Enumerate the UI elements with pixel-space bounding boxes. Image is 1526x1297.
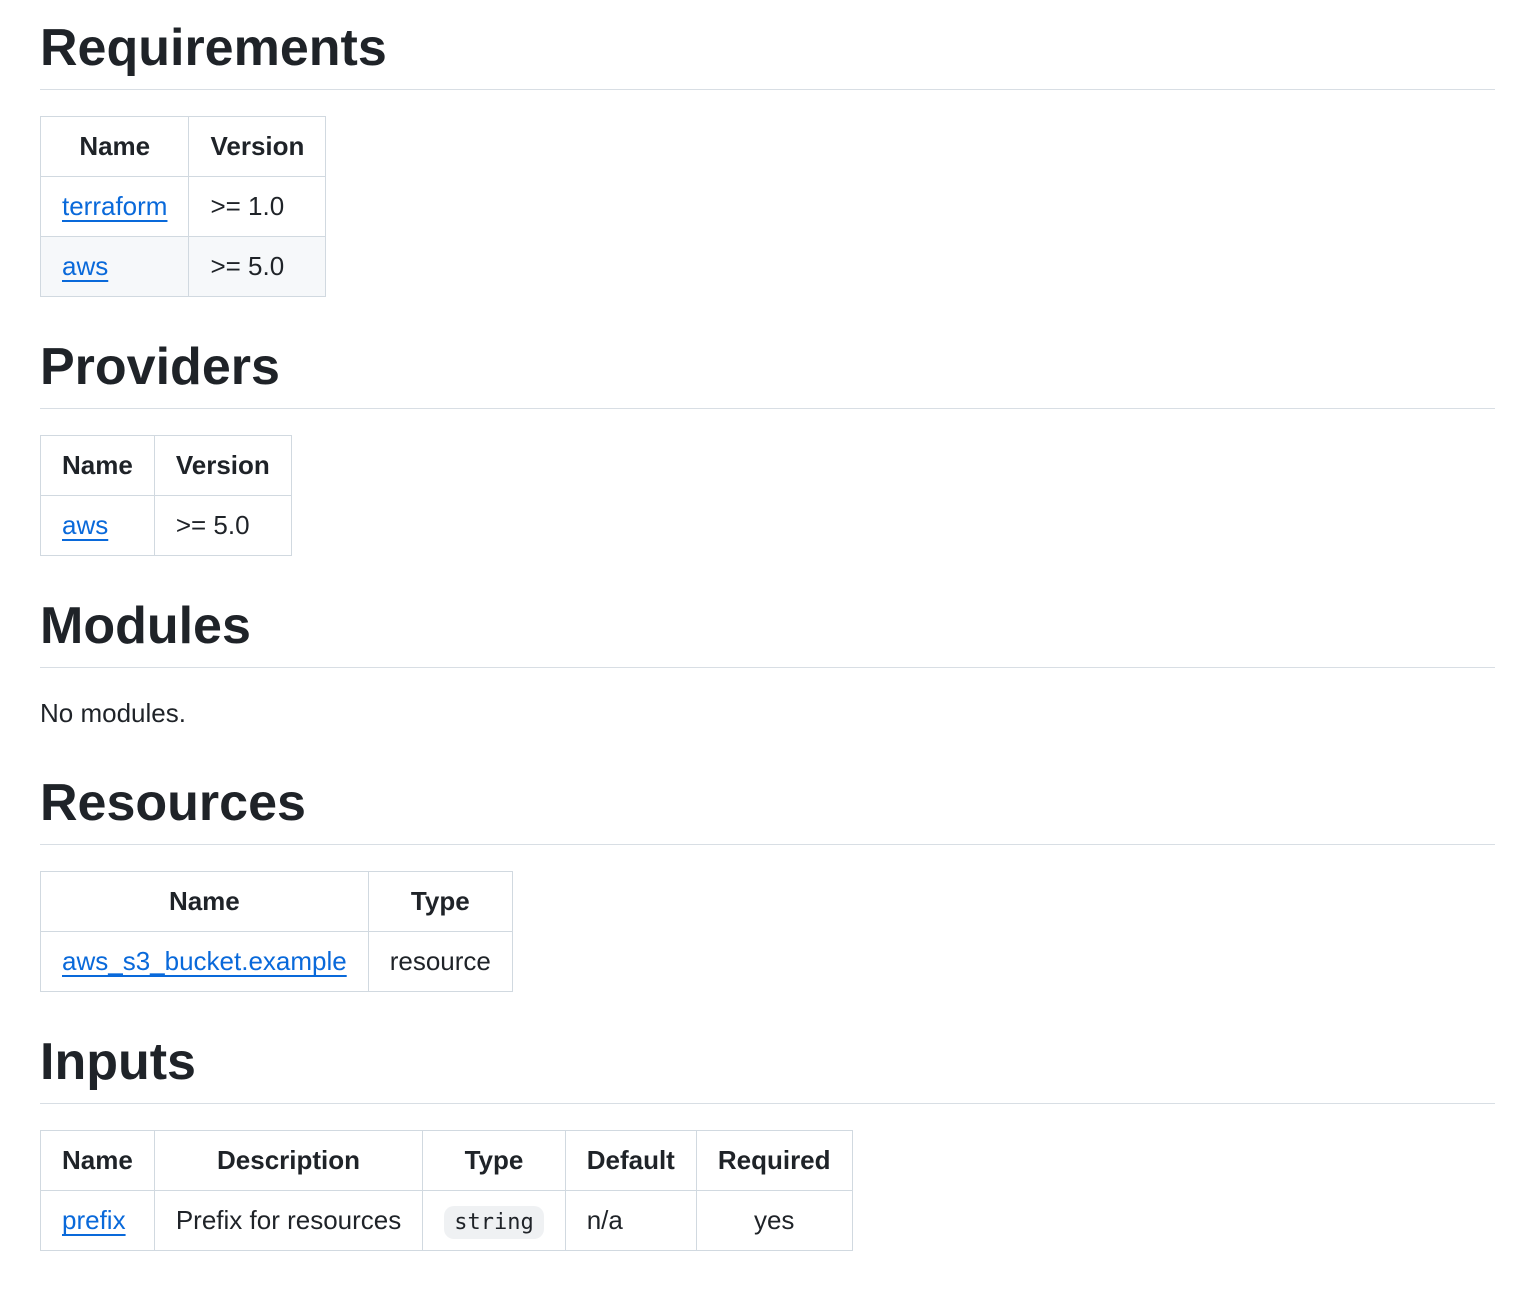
inputs-table-container: NameDescriptionTypeDefaultRequiredprefix… xyxy=(40,1130,1495,1251)
column-header-name: Name xyxy=(41,1131,155,1191)
table-header-row: NameVersion xyxy=(41,117,326,177)
rendered-markdown-document: Requirements NameVersionterraform>= 1.0a… xyxy=(0,0,1526,1297)
column-header-required: Required xyxy=(696,1131,852,1191)
aws-s3-bucket-example-link[interactable]: aws_s3_bucket.example xyxy=(62,946,347,976)
table-header-row: NameVersion xyxy=(41,436,292,496)
table-cell: Prefix for resources xyxy=(154,1191,422,1251)
providers-table: NameVersion aws >= 5.0 xyxy=(40,435,292,556)
section-resources: Resources NameType aws_s3_bucket.example r… xyxy=(40,771,1495,992)
providers-table-container: NameVersion aws >= 5.0 xyxy=(40,435,1495,556)
inputs-table: NameDescriptionTypeDefaultRequiredprefix… xyxy=(40,1130,853,1251)
table-header-row: NameType xyxy=(41,872,513,932)
table-cell: aws xyxy=(41,496,155,556)
column-header-name: Name xyxy=(41,117,189,177)
table-row: aws >= 5.0 xyxy=(41,237,326,297)
table-header-row: NameDescriptionTypeDefaultRequired xyxy=(41,1131,853,1191)
section-title-resources: Resources xyxy=(40,771,1495,845)
table-cell: aws xyxy=(41,237,189,297)
table-cell: resource xyxy=(368,932,512,992)
section-title-providers: Providers xyxy=(40,335,1495,409)
column-header-version: Version xyxy=(189,117,326,177)
table-cell: string xyxy=(423,1191,565,1251)
aws-link[interactable]: aws xyxy=(62,251,108,281)
table-cell: aws_s3_bucket.example xyxy=(41,932,369,992)
column-header-version: Version xyxy=(154,436,291,496)
section-requirements: Requirements NameVersionterraform>= 1.0a… xyxy=(40,16,1495,297)
column-header-name: Name xyxy=(41,872,369,932)
prefix-link[interactable]: prefix xyxy=(62,1205,126,1235)
column-header-type: Type xyxy=(368,872,512,932)
section-title-modules: Modules xyxy=(40,594,1495,668)
table-cell: prefix xyxy=(41,1191,155,1251)
column-header-description: Description xyxy=(154,1131,422,1191)
table-row: prefix Prefix for resources string n/ayes xyxy=(41,1191,853,1251)
code-chip: string xyxy=(444,1206,543,1239)
table-cell: >= 5.0 xyxy=(189,237,326,297)
section-modules: Modules No modules. xyxy=(40,594,1495,733)
column-header-name: Name xyxy=(41,436,155,496)
section-title-inputs: Inputs xyxy=(40,1030,1495,1104)
section-inputs: Inputs NameDescriptionTypeDefaultRequire… xyxy=(40,1030,1495,1251)
resources-table: NameType aws_s3_bucket.example resource xyxy=(40,871,513,992)
aws-link[interactable]: aws xyxy=(62,510,108,540)
section-providers: Providers NameVersion aws >= 5.0 xyxy=(40,335,1495,556)
table-row: aws_s3_bucket.example resource xyxy=(41,932,513,992)
table-cell: n/a xyxy=(565,1191,696,1251)
table-cell: >= 1.0 xyxy=(189,177,326,237)
terraform-link[interactable]: terraform xyxy=(62,191,167,221)
table-cell: yes xyxy=(696,1191,852,1251)
resources-table-container: NameType aws_s3_bucket.example resource xyxy=(40,871,1495,992)
table-row: terraform >= 1.0 xyxy=(41,177,326,237)
column-header-default: Default xyxy=(565,1131,696,1191)
requirements-table: NameVersion terraform >= 1.0 aws >= 5.0 xyxy=(40,116,326,297)
table-cell: terraform xyxy=(41,177,189,237)
table-cell: >= 5.0 xyxy=(154,496,291,556)
section-title-requirements: Requirements xyxy=(40,16,1495,90)
no-modules-text: No modules. xyxy=(40,694,1495,733)
requirements-table-container: NameVersion terraform >= 1.0 aws >= 5.0 xyxy=(40,116,1495,297)
column-header-type: Type xyxy=(423,1131,565,1191)
table-row: aws >= 5.0 xyxy=(41,496,292,556)
